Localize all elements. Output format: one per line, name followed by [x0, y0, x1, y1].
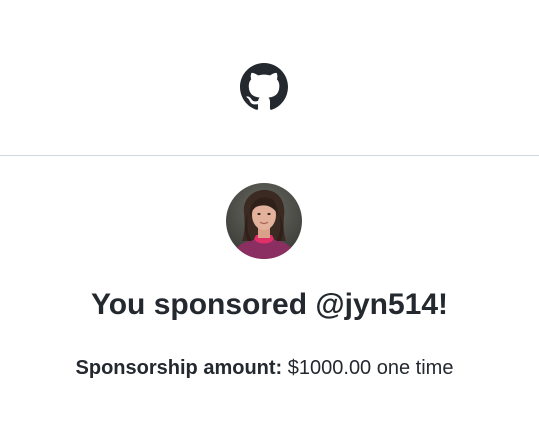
sponsored-user-avatar[interactable]	[226, 183, 302, 259]
sponsorship-amount-value: $1000.00	[287, 357, 372, 379]
user-avatar-photo	[226, 183, 302, 259]
sponsorship-frequency: one time	[376, 357, 454, 379]
sponsor-confirmation-title: You sponsored @jyn514!	[90, 288, 449, 321]
github-logo-link[interactable]	[240, 63, 288, 111]
github-octocat-icon	[240, 63, 288, 110]
sponsorship-amount-line: Sponsorship amount: $1000.00 one time	[0, 354, 529, 382]
sponsorship-amount-label: Sponsorship amount:	[75, 357, 283, 379]
page-header	[0, 0, 539, 156]
